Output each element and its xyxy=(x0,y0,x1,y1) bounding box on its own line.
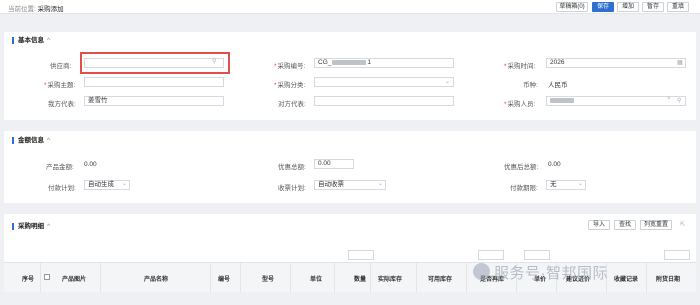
our-rep-input[interactable]: 姜雪竹 xyxy=(84,96,224,106)
category-label: *采购分类: xyxy=(274,82,306,89)
receive-plan-select[interactable]: 自动收票 xyxy=(314,180,386,190)
search-button[interactable]: 查找 xyxy=(614,220,636,230)
currency-label: 币种: xyxy=(523,82,538,89)
draft-box-button[interactable]: 草稿箱(0) xyxy=(556,2,588,12)
after-discount-value: 0.00 xyxy=(548,161,561,168)
column-header[interactable]: 附货日期 xyxy=(656,274,680,283)
breadcrumb-prefix: 当前位置: xyxy=(8,6,36,13)
in-stock-filter-select[interactable] xyxy=(478,250,504,260)
discount-label: 优惠总额: xyxy=(278,164,306,171)
product-amount-value: 0.00 xyxy=(84,161,97,168)
subject-label: *采购主题: xyxy=(44,82,76,89)
add-button[interactable]: 增加 xyxy=(617,2,639,12)
column-reset-button[interactable]: 列宽重置 xyxy=(640,220,672,230)
receive-plan-label: 收票计划: xyxy=(278,185,306,192)
product-amount-label: 产品金额: xyxy=(46,164,74,171)
chevron-down-icon[interactable]: ⌄ xyxy=(122,180,127,187)
chevron-up-icon[interactable]: ^ xyxy=(47,37,50,44)
breadcrumb: 当前位置: 采购添加 xyxy=(8,3,64,13)
watermark-text: 服务号·智邦国际 xyxy=(494,265,608,282)
chevron-down-icon[interactable]: ⌄ xyxy=(578,180,583,187)
clear-icon[interactable]: × xyxy=(667,96,671,102)
breadcrumb-current: 采购添加 xyxy=(37,6,64,13)
our-rep-label: 我方代表: xyxy=(48,101,76,108)
column-header[interactable]: 数量 xyxy=(354,274,366,283)
column-header[interactable]: 可用库存 xyxy=(428,274,452,283)
column-header[interactable]: 编号 xyxy=(218,274,230,283)
purchase-detail-title[interactable]: 采购明细 ^ xyxy=(12,223,50,230)
their-rep-input[interactable] xyxy=(314,96,454,106)
column-header[interactable]: 型号 xyxy=(262,274,274,283)
unit-price-filter-input[interactable] xyxy=(524,250,550,260)
column-header[interactable]: 序号 xyxy=(22,274,34,283)
supplier-highlight-box xyxy=(80,52,230,74)
column-header[interactable]: 单位 xyxy=(310,274,322,283)
date-filter-input[interactable] xyxy=(664,250,690,260)
purchase-time-label: *采购时间: xyxy=(504,63,536,70)
their-rep-label: 对方代表: xyxy=(278,101,306,108)
expand-icon[interactable]: ⇱ xyxy=(680,221,685,228)
quantity-filter-input[interactable] xyxy=(348,250,374,260)
buyer-label: *采购人员: xyxy=(504,101,536,108)
select-all-checkbox[interactable] xyxy=(44,274,50,280)
hold-button[interactable]: 暂存 xyxy=(642,2,664,12)
category-select[interactable] xyxy=(314,77,454,87)
discount-input[interactable]: 0.00 xyxy=(314,159,354,169)
reset-button[interactable]: 重填 xyxy=(667,2,689,12)
watermark-logo-icon xyxy=(473,263,490,280)
subject-input[interactable] xyxy=(84,77,224,87)
chevron-down-icon[interactable]: ⌄ xyxy=(378,180,383,187)
currency-value: 人民币 xyxy=(548,82,568,89)
column-header[interactable]: 产品图片 xyxy=(62,274,86,283)
import-button[interactable]: 导入 xyxy=(588,220,610,230)
pay-plan-label: 付款计划: xyxy=(48,185,76,192)
purchase-code-label: *采购编号: xyxy=(274,63,306,70)
column-header[interactable]: 实际库存 xyxy=(378,274,402,283)
calendar-icon[interactable]: ▦ xyxy=(677,59,683,66)
search-icon[interactable]: ⚲ xyxy=(677,97,681,104)
purchase-detail-panel: 采购明细 ^ 导入 查找 列宽重置 ⇱ xyxy=(4,214,696,262)
purchase-time-input[interactable]: 2026 xyxy=(546,58,686,68)
purchase-code-input[interactable]: CG_ 1 xyxy=(314,58,454,68)
amount-info-panel: 金额信息 ^ 产品金额: 0.00 优惠总额: 0.00 优惠后总额: 0.00 … xyxy=(4,131,696,203)
supplier-label: 供应商: xyxy=(50,63,72,70)
pay-period-label: 付款期限: xyxy=(510,185,538,192)
chevron-down-icon[interactable]: ⌄ xyxy=(445,78,450,85)
save-button[interactable]: 保存 xyxy=(592,2,614,12)
after-discount-label: 优惠后总额: xyxy=(504,164,539,171)
chevron-up-icon[interactable]: ^ xyxy=(47,223,50,230)
top-bar: 当前位置: 采购添加 草稿箱(0) 保存 增加 暂存 重填 xyxy=(0,0,700,14)
buyer-input[interactable] xyxy=(546,96,686,106)
column-header[interactable]: 收藏记录 xyxy=(614,274,638,283)
amount-info-title[interactable]: 金额信息 ^ xyxy=(12,137,50,144)
basic-info-title[interactable]: 基本信息 ^ xyxy=(12,37,50,44)
basic-info-panel: 基本信息 ^ 供应商: ⚲ *采购编号: CG_ 1 *采购时间: 2026 ▦ *… xyxy=(4,32,696,120)
chevron-up-icon[interactable]: ^ xyxy=(47,137,50,144)
column-header[interactable]: 产品名称 xyxy=(144,274,168,283)
